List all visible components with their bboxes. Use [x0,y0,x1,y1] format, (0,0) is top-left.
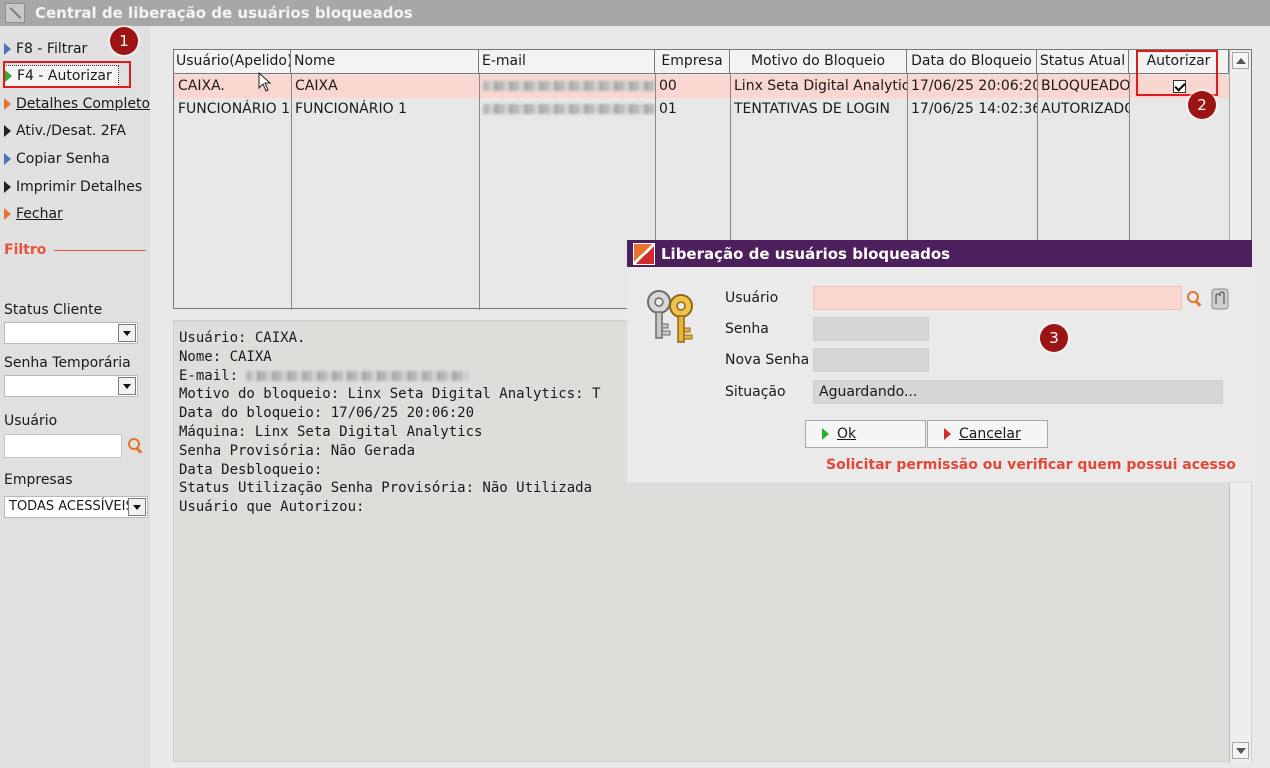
ok-button[interactable]: Ok [805,420,926,448]
senha-temporaria-select[interactable] [4,375,138,397]
keys-icon [647,290,693,343]
column-header-motivo[interactable]: Motivo do Bloqueio [730,50,907,73]
table-row[interactable]: FUNCIONÁRIO 1 FUNCIONÁRIO 1 01 TENTATIVA… [174,98,1229,121]
menu-label: Imprimir Detalhes [16,179,143,195]
menu-label: F8 - Filtrar [16,41,88,57]
senha-temporaria-label: Senha Temporária [4,355,131,371]
column-header-nome[interactable]: Nome [291,50,479,73]
sidebar: F8 - Filtrar F4 - Autorizar Detalhes Com… [0,26,150,768]
status-cliente-label: Status Cliente [4,302,103,318]
cell-nome: FUNCIONÁRIO 1 [295,101,407,117]
details-scrollbar[interactable] [1229,483,1251,763]
senha-input[interactable] [813,317,929,341]
dialog-title: Liberação de usuários bloqueados [661,244,951,263]
cell-data: 17/06/25 20:06:20 [911,78,1037,94]
column-header-status[interactable]: Status Atual [1037,50,1129,73]
empresas-select[interactable]: TODAS ACESSÍVEIS [4,496,148,518]
usuario-input[interactable] [813,286,1182,310]
triangle-right-icon [4,125,11,137]
window-title-bar: Central de liberação de usuários bloquea… [0,0,1270,26]
search-icon[interactable] [128,438,142,452]
cell-email [479,75,655,98]
cell-empresa: 00 [659,78,677,94]
detail-line: Status Utilização Senha Provisória: Não … [179,480,593,497]
cell-usuario: CAIXA. [178,78,225,94]
annotation-highlight-autorizar-column [1136,50,1218,96]
usuario-filter-input[interactable] [4,434,122,458]
chevron-down-icon[interactable] [128,498,146,516]
triangle-right-icon [4,208,11,220]
grid-header: Usuário(Apelido) Nome E-mail Empresa Mot… [174,50,1229,74]
annotation-highlight-autorizar [3,61,131,88]
cell-status: BLOQUEADO [1041,78,1129,94]
usuario-filter-label: Usuário [4,413,58,429]
cell-motivo: TENTATIVAS DE LOGIN [734,101,890,117]
window-title: Central de liberação de usuários bloquea… [35,4,413,22]
annotation-badge-3: 3 [1040,324,1068,352]
cell-usuario: FUNCIONÁRIO 1 [178,101,290,117]
column-header-email[interactable]: E-mail [479,50,655,73]
chevron-down-icon[interactable] [118,324,136,342]
cell-empresa: 01 [659,101,677,117]
empresas-label: Empresas [4,472,73,488]
cancel-button[interactable]: Cancelar [927,420,1048,448]
permission-warning: Solicitar permissão ou verificar quem po… [826,457,1236,473]
fingerprint-icon[interactable] [1211,288,1229,310]
nova-senha-input[interactable] [813,348,929,372]
mouse-cursor-icon [258,72,272,92]
filter-section-title: Filtro [4,242,147,258]
menu-imprimir-detalhes[interactable]: Imprimir Detalhes [4,176,142,198]
chevron-down-icon[interactable] [118,377,136,395]
triangle-right-icon [822,428,829,440]
status-cliente-select[interactable] [4,322,138,344]
menu-copiar-senha[interactable]: Copiar Senha [4,148,110,170]
situacao-label: Situação [725,384,786,400]
menu-ativ-desat-2fa[interactable]: Ativ./Desat. 2FA [4,120,126,142]
redacted-email [483,81,655,91]
triangle-right-icon [4,153,11,165]
menu-label: Detalhes Completo [16,96,151,112]
menu-fechar[interactable]: Fechar [4,203,63,225]
app-logo-icon [633,242,655,265]
app-icon [5,3,25,23]
triangle-right-icon [944,428,951,440]
liberacao-dialog: Liberação de usuários bloqueados Usuário… [627,240,1252,482]
menu-label: Fechar [16,206,63,222]
annotation-badge-1: 1 [110,27,138,55]
scroll-up-icon[interactable] [1232,52,1249,69]
situacao-value: Aguardando... [813,380,1223,404]
cell-email [479,98,655,121]
triangle-right-icon [4,181,11,193]
detail-line: Usuário que Autorizou: [179,499,365,516]
column-header-empresa[interactable]: Empresa [655,50,730,73]
cell-data: 17/06/25 14:02:36 [911,101,1037,117]
scroll-down-icon[interactable] [1232,742,1249,759]
dialog-title-bar: Liberação de usuários bloqueados [627,240,1252,267]
nova-senha-label: Nova Senha [725,352,810,368]
menu-f8-filtrar[interactable]: F8 - Filtrar [4,38,87,60]
menu-detalhes-completo[interactable]: Detalhes Completo [4,93,150,115]
cell-status: AUTORIZADO [1041,101,1129,117]
cell-nome: CAIXA [295,78,338,94]
cell-motivo: Linx Seta Digital Analytics: [734,78,907,94]
senha-label: Senha [725,321,769,337]
table-row[interactable]: CAIXA. CAIXA 00 Linx Seta Digital Analyt… [174,75,1229,98]
usuario-label: Usuário [725,290,779,306]
redacted-email [483,104,655,114]
triangle-right-icon [4,98,11,110]
menu-label: Copiar Senha [16,151,110,167]
redacted-email [246,370,469,381]
search-icon[interactable] [1187,291,1201,305]
column-header-data[interactable]: Data do Bloqueio [907,50,1037,73]
filter-divider [54,249,147,251]
column-header-usuario[interactable]: Usuário(Apelido) [174,50,291,73]
menu-label: Ativ./Desat. 2FA [16,123,126,139]
annotation-badge-2: 2 [1188,91,1216,119]
triangle-right-icon [4,43,11,55]
